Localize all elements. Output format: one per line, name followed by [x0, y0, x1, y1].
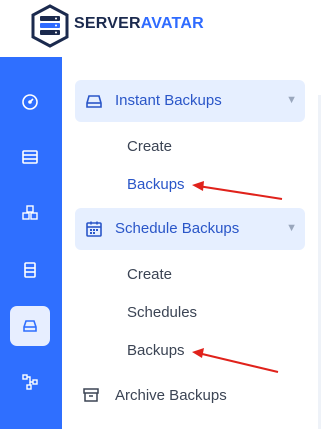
archive-backups-label: Archive Backups [115, 386, 227, 404]
cubes-icon [22, 205, 38, 220]
brand-name-part1: SERVER [74, 15, 141, 32]
app-header: SERVERAVATAR [0, 0, 321, 57]
rail-item-backups[interactable] [10, 306, 50, 346]
network-nodes-icon [22, 374, 38, 390]
menu-group-schedule-backups[interactable]: Schedule Backups ▼ [75, 208, 305, 250]
schedule-create-link[interactable]: Create [127, 266, 172, 283]
brand-name: SERVERAVATAR [74, 15, 204, 33]
backup-menu-panel: Instant Backups ▼ Create Backups Schedul… [62, 57, 321, 429]
caret-down-icon: ▼ [286, 94, 297, 106]
instant-create-link[interactable]: Create [127, 138, 172, 155]
archive-box-icon [83, 388, 99, 402]
menu-group-instant-backups[interactable]: Instant Backups ▼ [75, 80, 305, 122]
database-icon [24, 262, 36, 278]
server-stack-logo-icon [31, 4, 69, 48]
server-list-icon [22, 150, 38, 164]
calendar-icon [86, 221, 102, 237]
rail-item-network[interactable] [10, 362, 50, 402]
hard-drive-icon [86, 95, 102, 108]
icon-rail [0, 57, 62, 429]
instant-backups-label: Instant Backups [115, 92, 222, 109]
schedule-schedules-link[interactable]: Schedules [127, 304, 197, 321]
rail-item-dashboard[interactable] [10, 82, 50, 122]
brand-name-part2: AVATAR [140, 15, 204, 32]
schedule-backups-link[interactable]: Backups [127, 342, 185, 359]
schedule-backups-label: Schedule Backups [115, 220, 240, 237]
menu-item-archive-backups[interactable]: Archive Backups [82, 385, 227, 405]
instant-backups-link[interactable]: Backups [127, 176, 185, 193]
hard-drive-icon [23, 320, 37, 332]
caret-down-icon: ▼ [286, 222, 297, 234]
rail-item-apps[interactable] [10, 193, 50, 233]
dashboard-gauge-icon [22, 94, 38, 110]
rail-item-databases[interactable] [10, 250, 50, 290]
rail-item-servers[interactable] [10, 137, 50, 177]
